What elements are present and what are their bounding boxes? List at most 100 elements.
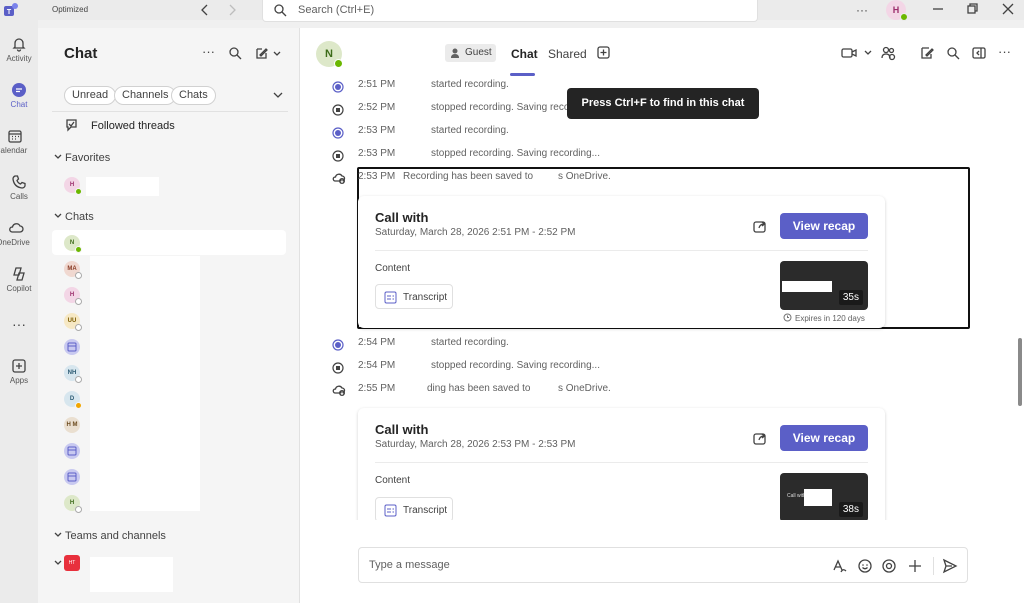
search-placeholder: Search (Ctrl+E)	[298, 4, 375, 16]
tab-shared[interactable]: Shared	[548, 47, 587, 61]
more-options-icon[interactable]: ···	[856, 3, 868, 17]
edit-notes-icon[interactable]	[920, 46, 934, 60]
compose-box[interactable]: Type a message	[358, 547, 968, 583]
avatar-initials: H	[69, 292, 75, 298]
recording-thumbnail[interactable]: 35s	[780, 261, 868, 310]
transcript-chip[interactable]: Transcript	[375, 284, 453, 309]
restore-icon[interactable]	[966, 3, 978, 15]
avatar[interactable]: MA	[64, 261, 82, 279]
format-icon[interactable]	[831, 558, 847, 574]
search-box[interactable]: Search (Ctrl+E)	[262, 0, 758, 22]
rail-calendar[interactable]: Calendar	[0, 128, 38, 155]
transcript-icon	[384, 291, 397, 304]
message-text: stopped recording. Saving reco	[431, 102, 570, 113]
cloud-saved-icon	[332, 385, 346, 396]
avatar-initials: MA	[67, 266, 77, 272]
avatar-initials: H	[69, 500, 75, 506]
chats-chevron-icon[interactable]	[54, 212, 62, 220]
avatar-initials: UU	[67, 318, 77, 324]
rail-onedrive[interactable]: OneDrive	[0, 220, 38, 247]
recording-card[interactable]: Call with Saturday, March 28, 2026 2:53 …	[358, 408, 885, 520]
presence-dot	[75, 376, 82, 383]
avatar[interactable]: H	[64, 495, 82, 513]
favorites-header[interactable]: Favorites	[65, 152, 110, 164]
avatar[interactable]: H	[64, 287, 82, 305]
profile-avatar[interactable]: H	[886, 0, 908, 21]
emoji-icon[interactable]	[857, 558, 873, 574]
rail-more-icon[interactable]: ···	[0, 316, 38, 332]
active-tab-indicator	[510, 73, 535, 76]
filter-chats[interactable]: Chats	[171, 86, 216, 105]
recording-thumbnail[interactable]: Call with 38s	[780, 473, 868, 520]
compose-divider	[933, 557, 934, 575]
message-time: 2:53 PM	[358, 171, 396, 182]
card-divider	[375, 250, 868, 251]
send-icon[interactable]	[942, 558, 958, 574]
open-side-panel-icon[interactable]	[972, 46, 986, 60]
avatar[interactable]: H M	[64, 417, 80, 433]
rail-activity[interactable]: Activity	[0, 36, 38, 63]
transcript-chip[interactable]: Transcript	[375, 497, 453, 520]
rail-apps[interactable]: Apps	[0, 358, 38, 385]
share-icon[interactable]	[753, 219, 767, 233]
followed-threads[interactable]: Followed threads	[91, 120, 175, 132]
rail-chat[interactable]: Chat	[0, 82, 38, 109]
avatar[interactable]: N	[64, 235, 82, 253]
presence-dot	[334, 59, 343, 68]
content-label: Content	[375, 263, 411, 274]
filter-channels[interactable]: Channels	[114, 86, 177, 105]
add-tab-icon[interactable]	[597, 46, 610, 59]
video-call-icon[interactable]	[841, 46, 875, 60]
avatar-initials: NH	[67, 370, 77, 376]
tab-chat[interactable]: Chat	[511, 47, 538, 61]
chats-header[interactable]: Chats	[65, 211, 94, 223]
chat-item-selected[interactable]	[52, 230, 286, 255]
cloud-saved-icon	[332, 173, 346, 184]
favorites-chevron-icon[interactable]	[54, 153, 62, 161]
avatar[interactable]: D	[64, 391, 82, 409]
list-search-icon[interactable]	[228, 46, 242, 60]
rail-calls[interactable]: Calls	[0, 174, 38, 201]
compose-input[interactable]: Type a message	[369, 559, 450, 571]
list-more-icon[interactable]: ···	[202, 44, 215, 59]
avatar[interactable]: UU	[64, 313, 82, 331]
scrollbar-thumb[interactable]	[1018, 338, 1022, 406]
guest-badge: Guest	[445, 44, 496, 62]
filter-unread[interactable]: Unread	[64, 86, 117, 105]
presence-dot	[75, 298, 82, 305]
followed-threads-icon	[64, 117, 80, 133]
avatar-initials: HT	[68, 560, 76, 566]
add-attachment-icon[interactable]	[907, 558, 923, 574]
filter-expand-icon[interactable]	[272, 90, 284, 100]
search-chat-icon[interactable]	[946, 46, 960, 60]
rail-label: Calls	[10, 192, 28, 201]
back-icon[interactable]	[199, 3, 211, 17]
view-recap-button[interactable]: View recap	[780, 213, 868, 239]
group-avatar-icon[interactable]	[64, 443, 80, 459]
card-viewport: Call with Saturday, March 28, 2026 2:53 …	[355, 400, 895, 520]
group-avatar-icon[interactable]	[64, 469, 80, 485]
recording-card[interactable]: Call with Saturday, March 28, 2026 2:51 …	[358, 196, 885, 328]
view-recap-button[interactable]: View recap	[780, 425, 868, 451]
transcript-label: Transcript	[403, 292, 448, 303]
close-icon[interactable]	[1002, 3, 1014, 15]
team-avatar[interactable]: HT	[64, 555, 80, 571]
group-avatar-icon[interactable]	[64, 339, 80, 355]
teams-header[interactable]: Teams and channels	[65, 530, 166, 542]
header-more-icon[interactable]: ···	[998, 44, 1011, 59]
share-icon[interactable]	[753, 431, 767, 445]
loop-icon[interactable]	[881, 558, 897, 574]
forward-icon[interactable]	[226, 3, 238, 17]
minimize-icon[interactable]	[932, 3, 944, 15]
team-chevron-icon[interactable]	[54, 559, 62, 567]
avatar-initials: N	[69, 240, 75, 246]
rail-copilot[interactable]: Copilot	[0, 266, 38, 293]
message-text-suffix: s OneDrive.	[558, 383, 611, 394]
message-text: started recording.	[431, 79, 509, 90]
new-chat-icon[interactable]	[254, 46, 284, 60]
avatar[interactable]: NH	[64, 365, 82, 383]
chat-avatar[interactable]: N	[316, 41, 343, 68]
chat-list-title: Chat	[64, 45, 98, 62]
teams-chevron-icon[interactable]	[54, 531, 62, 539]
people-icon[interactable]	[880, 45, 896, 61]
